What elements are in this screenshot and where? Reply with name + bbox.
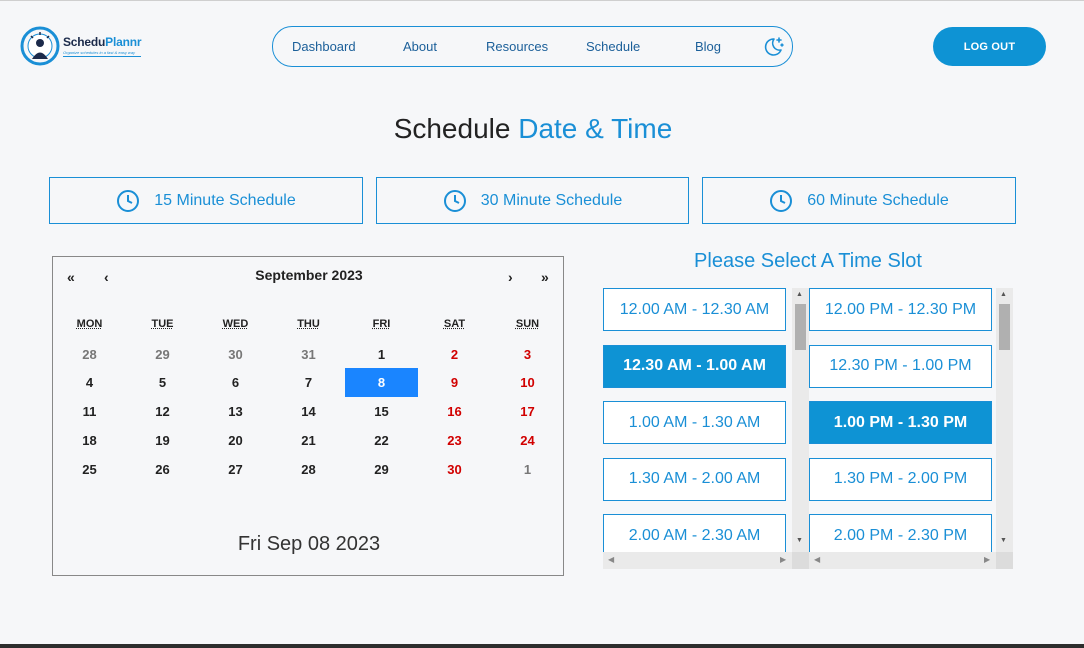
- time-slot-button[interactable]: 2.00 PM - 2.30 PM: [809, 514, 992, 552]
- calendar-day[interactable]: 10: [491, 368, 564, 397]
- calendar-day[interactable]: 3: [491, 340, 564, 369]
- am-scrollbar[interactable]: ▲ ▼: [792, 288, 809, 552]
- am-hscrollbar[interactable]: ◀ ▶: [603, 552, 792, 569]
- schedule-15-button[interactable]: 15 Minute Schedule: [49, 177, 363, 224]
- scroll-left-icon[interactable]: ◀: [608, 555, 614, 564]
- calendar-month-label: September 2023: [255, 267, 363, 283]
- calendar-day[interactable]: 20: [199, 426, 272, 455]
- clock-icon: [117, 189, 140, 212]
- time-slot-button[interactable]: 1.00 PM - 1.30 PM: [809, 401, 992, 444]
- calendar-day[interactable]: 18: [53, 426, 126, 455]
- calendar-day[interactable]: 17: [491, 397, 564, 426]
- calendar-day[interactable]: 16: [418, 397, 491, 426]
- clock-icon: [770, 189, 793, 212]
- calendar-day[interactable]: 2: [418, 340, 491, 369]
- schedule-30-label: 30 Minute Schedule: [480, 191, 623, 209]
- scroll-down-icon[interactable]: ▼: [1000, 537, 1007, 544]
- nav-resources[interactable]: Resources: [486, 39, 548, 54]
- pm-scrollbar[interactable]: ▲ ▼: [996, 288, 1013, 552]
- calendar-day[interactable]: 24: [491, 426, 564, 455]
- calendar-day[interactable]: 30: [199, 340, 272, 369]
- calendar-day-selected[interactable]: 8: [345, 368, 418, 397]
- logout-button[interactable]: LOG OUT: [933, 27, 1046, 66]
- calendar-day[interactable]: 31: [272, 340, 345, 369]
- weekday-header: MON: [76, 318, 103, 330]
- calendar-day[interactable]: 21: [272, 426, 345, 455]
- scroll-left-icon[interactable]: ◀: [814, 555, 820, 564]
- calendar-day[interactable]: 5: [126, 368, 199, 397]
- calendar-day[interactable]: 30: [418, 455, 491, 484]
- schedule-15-label: 15 Minute Schedule: [154, 191, 296, 209]
- logo-icon: [20, 26, 60, 66]
- time-slot-button[interactable]: 1.00 AM - 1.30 AM: [603, 401, 786, 444]
- calendar-day[interactable]: 28: [272, 455, 345, 484]
- moon-stars-icon[interactable]: [761, 35, 785, 59]
- pm-slot-list[interactable]: 12.00 PM - 12.30 PM 12.30 PM - 1.00 PM 1.0…: [809, 288, 1014, 552]
- calendar-day[interactable]: 1: [491, 455, 564, 484]
- logo[interactable]: ScheduPlannr Organize schedules in a fas…: [20, 25, 160, 67]
- main-nav: Dashboard About Resources Schedule Blog: [272, 26, 793, 67]
- am-slot-list[interactable]: 12.00 AM - 12.30 AM 12.30 AM - 1.00 AM 1.0…: [603, 288, 808, 552]
- scroll-right-icon[interactable]: ▶: [780, 555, 786, 564]
- scroll-right-icon[interactable]: ▶: [984, 555, 990, 564]
- time-slot-button[interactable]: 1.30 AM - 2.00 AM: [603, 457, 786, 501]
- nav-blog[interactable]: Blog: [695, 39, 721, 54]
- time-slot-button[interactable]: 1.30 PM - 2.00 PM: [809, 457, 992, 501]
- time-slot-button[interactable]: 12.30 PM - 1.00 PM: [809, 344, 992, 388]
- page-title: Schedule Date & Time: [393, 113, 673, 144]
- time-slot-button[interactable]: 2.00 AM - 2.30 AM: [603, 514, 786, 552]
- clock-icon: [443, 189, 466, 212]
- calendar-day[interactable]: 29: [126, 340, 199, 369]
- calendar-day[interactable]: 9: [418, 368, 491, 397]
- calendar-day[interactable]: 19: [126, 426, 199, 455]
- weekday-header: FRI: [372, 318, 391, 330]
- scroll-up-icon[interactable]: ▲: [1000, 291, 1007, 298]
- calendar-day[interactable]: 11: [53, 397, 126, 426]
- calendar-day[interactable]: 28: [53, 340, 126, 369]
- weekday-header: SAT: [443, 318, 466, 330]
- time-slot-button[interactable]: 12.30 AM - 1.00 AM: [603, 344, 786, 388]
- weekday-header: WED: [222, 318, 249, 330]
- weekday-header: TUE: [151, 318, 174, 330]
- nav-schedule[interactable]: Schedule: [586, 39, 640, 54]
- calendar-day[interactable]: 4: [53, 368, 126, 397]
- next-month-button[interactable]: ›: [508, 269, 513, 285]
- nav-about[interactable]: About: [403, 39, 437, 54]
- selected-date-label: Fri Sep 08 2023: [237, 533, 381, 555]
- time-slot-button[interactable]: 12.00 PM - 12.30 PM: [809, 288, 992, 331]
- calendar-day[interactable]: 22: [345, 426, 418, 455]
- time-slot-button[interactable]: 12.00 AM - 12.30 AM: [603, 288, 786, 331]
- calendar-day[interactable]: 7: [272, 368, 345, 397]
- time-slot-title: Please Select A Time Slot: [694, 250, 922, 272]
- nav-dashboard[interactable]: Dashboard: [292, 39, 356, 54]
- brand-tagline: Organize schedules in a fast & easy way: [63, 50, 142, 57]
- calendar-day[interactable]: 14: [272, 397, 345, 426]
- calendar-day[interactable]: 15: [345, 397, 418, 426]
- scroll-down-icon[interactable]: ▼: [796, 537, 803, 544]
- weekday-header: SUN: [515, 318, 540, 330]
- calendar-day[interactable]: 12: [126, 397, 199, 426]
- schedule-60-label: 60 Minute Schedule: [807, 191, 949, 209]
- schedule-60-button[interactable]: 60 Minute Schedule: [702, 177, 1016, 224]
- calendar-day[interactable]: 27: [199, 455, 272, 484]
- weekday-header: THU: [297, 318, 320, 330]
- next-year-button[interactable]: »: [541, 269, 549, 285]
- calendar: « ‹ September 2023 › » MON TUE WED THU FRI SA…: [52, 256, 564, 576]
- calendar-day[interactable]: 1: [345, 340, 418, 369]
- calendar-day[interactable]: 23: [418, 426, 491, 455]
- calendar-day[interactable]: 26: [126, 455, 199, 484]
- calendar-day[interactable]: 25: [53, 455, 126, 484]
- calendar-day[interactable]: 29: [345, 455, 418, 484]
- schedule-30-button[interactable]: 30 Minute Schedule: [376, 177, 689, 224]
- scroll-up-icon[interactable]: ▲: [796, 291, 803, 298]
- calendar-day[interactable]: 13: [199, 397, 272, 426]
- calendar-day[interactable]: 6: [199, 368, 272, 397]
- pm-hscrollbar[interactable]: ◀ ▶: [809, 552, 996, 569]
- brand-name: ScheduPlannr: [63, 35, 142, 49]
